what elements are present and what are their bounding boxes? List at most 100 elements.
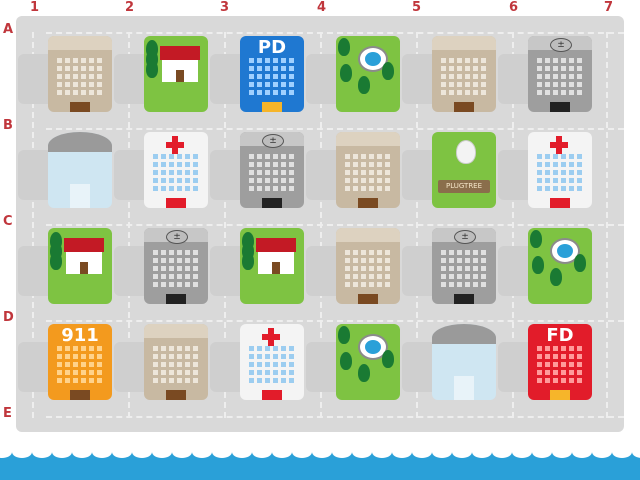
tile-office[interactable]: [114, 312, 208, 400]
window: [185, 362, 190, 367]
window: [385, 154, 390, 159]
window: [185, 274, 190, 279]
tile-dome[interactable]: [402, 312, 496, 400]
tile-office[interactable]: [18, 24, 112, 112]
power-building: ±: [528, 36, 592, 112]
window: [97, 362, 102, 367]
tile-emergency[interactable]: 911: [18, 312, 112, 400]
wave: [272, 446, 292, 458]
window: [537, 354, 542, 359]
window: [193, 258, 198, 263]
wave: [412, 446, 432, 458]
window: [553, 186, 558, 191]
window: [153, 354, 158, 359]
roof: [144, 324, 208, 338]
window: [385, 162, 390, 167]
row-label-d: D: [3, 310, 14, 325]
tile-office[interactable]: [306, 120, 400, 208]
window: [561, 66, 566, 71]
tile-house[interactable]: [18, 216, 112, 304]
window: [385, 250, 390, 255]
window: [89, 354, 94, 359]
red-cross-icon: [262, 328, 280, 346]
office-building: [144, 324, 208, 400]
window: [561, 74, 566, 79]
window: [281, 82, 286, 87]
door: [262, 390, 282, 400]
tile-park[interactable]: [306, 312, 400, 400]
window: [97, 66, 102, 71]
tile-power[interactable]: ±: [402, 216, 496, 304]
row-label-b: B: [3, 118, 13, 133]
tile-fire[interactable]: FD: [498, 312, 592, 400]
window: [65, 90, 70, 95]
hospital-building: [144, 132, 208, 208]
window: [161, 258, 166, 263]
tile-hospital[interactable]: [114, 120, 208, 208]
tile-power[interactable]: ±: [498, 24, 592, 112]
window: [481, 66, 486, 71]
tile-office[interactable]: [402, 24, 496, 112]
tile-hospital[interactable]: [498, 120, 592, 208]
window: [281, 362, 286, 367]
window: [345, 274, 350, 279]
window: [81, 354, 86, 359]
door: [70, 102, 90, 112]
window: [345, 154, 350, 159]
window: [265, 82, 270, 87]
tile-police[interactable]: PD: [210, 24, 304, 112]
emergency-label: 911: [61, 325, 99, 346]
window: [265, 154, 270, 159]
window: [537, 58, 542, 63]
window: [441, 250, 446, 255]
window: [385, 178, 390, 183]
tile-house[interactable]: [210, 216, 304, 304]
window-grid: [153, 154, 199, 191]
tile-park[interactable]: [306, 24, 400, 112]
window: [553, 370, 558, 375]
window: [265, 90, 270, 95]
hospital-building: [528, 132, 592, 208]
window-grid: [57, 346, 103, 383]
tile-office[interactable]: [306, 216, 400, 304]
door: [272, 262, 280, 274]
window: [161, 354, 166, 359]
tree-icon: [358, 364, 370, 382]
tile-power[interactable]: ±: [210, 120, 304, 208]
window: [249, 346, 254, 351]
tile-hospital[interactable]: [210, 312, 304, 400]
window: [537, 162, 542, 167]
power-icon: ±: [262, 134, 284, 148]
fire-building: FD: [528, 324, 592, 400]
column-label-7: 7: [604, 0, 614, 15]
window: [377, 266, 382, 271]
window: [89, 66, 94, 71]
tile-house[interactable]: [114, 24, 208, 112]
window: [553, 354, 558, 359]
window: [273, 162, 278, 167]
window: [449, 90, 454, 95]
house-building: [48, 228, 112, 304]
window: [353, 186, 358, 191]
window: [353, 250, 358, 255]
power-building: ±: [240, 132, 304, 208]
window: [345, 250, 350, 255]
window: [377, 170, 382, 175]
window: [161, 370, 166, 375]
window: [465, 74, 470, 79]
tile-plugtree[interactable]: PLUGTREE: [402, 120, 496, 208]
window: [561, 346, 566, 351]
tile-dome[interactable]: [18, 120, 112, 208]
door: [176, 70, 184, 82]
tile-park[interactable]: [498, 216, 592, 304]
window: [457, 58, 462, 63]
tile-power[interactable]: ±: [114, 216, 208, 304]
window: [457, 90, 462, 95]
window: [553, 362, 558, 367]
window: [153, 162, 158, 167]
window: [481, 282, 486, 287]
window: [449, 250, 454, 255]
window: [89, 370, 94, 375]
dome-building: [48, 132, 112, 208]
wave: [192, 446, 212, 458]
